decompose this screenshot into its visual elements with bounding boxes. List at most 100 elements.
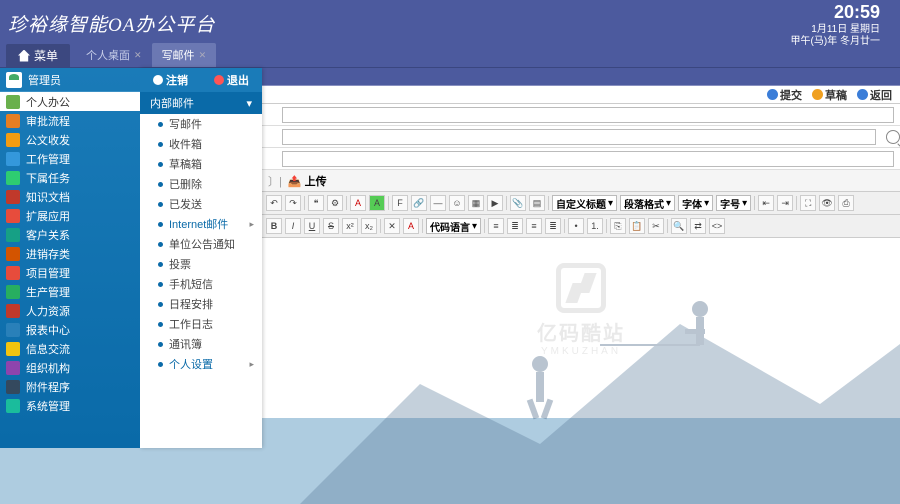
table-button[interactable]: ▤ xyxy=(529,195,545,211)
find-button[interactable]: 🔍 xyxy=(671,218,687,234)
submenu-item-8[interactable]: 手机短信 xyxy=(140,274,262,294)
subject-input[interactable] xyxy=(282,151,894,167)
sidebar-item-11[interactable]: 人力资源 xyxy=(0,301,140,320)
clear-button[interactable]: ✕ xyxy=(384,218,400,234)
redo-button[interactable]: ↷ xyxy=(285,195,301,211)
attach-button[interactable]: 📎 xyxy=(510,195,526,211)
sidebar-item-13[interactable]: 信息交流 xyxy=(0,339,140,358)
sup-button[interactable]: x² xyxy=(342,218,358,234)
underline-button[interactable]: U xyxy=(304,218,320,234)
align-right-button[interactable]: ≡ xyxy=(526,218,542,234)
submenu-item-10[interactable]: 工作日志 xyxy=(140,314,262,334)
ol-button[interactable]: 1. xyxy=(587,218,603,234)
exit-button[interactable]: 退出 xyxy=(214,72,249,88)
sidebar-item-14[interactable]: 组织机构 xyxy=(0,358,140,377)
nav-label: 项目管理 xyxy=(26,265,70,281)
indent-button[interactable]: ⇤ xyxy=(758,195,774,211)
cc-input[interactable] xyxy=(282,129,876,145)
submenu-item-2[interactable]: 草稿箱 xyxy=(140,154,262,174)
replace-button[interactable]: ⇄ xyxy=(690,218,706,234)
nav-icon xyxy=(6,323,20,337)
sidebar-item-6[interactable]: 扩展应用 xyxy=(0,206,140,225)
custom-title-select[interactable]: 自定义标题 ▾ xyxy=(552,195,617,211)
hr-button[interactable]: — xyxy=(430,195,446,211)
draft-button[interactable]: 草稿 xyxy=(812,87,847,103)
clock-widget: 20:59 1月11日 星期日 甲午(马)年 冬月廿一 xyxy=(791,2,880,48)
size-select[interactable]: 字号 ▾ xyxy=(716,195,751,211)
copy-button[interactable]: ⎘ xyxy=(610,218,626,234)
strike-button[interactable]: S xyxy=(323,218,339,234)
code-button[interactable]: ⚙ xyxy=(327,195,343,211)
submit-button[interactable]: 提交 xyxy=(767,87,802,103)
tab-个人桌面[interactable]: 个人桌面✕ xyxy=(76,43,152,67)
submenu-item-11[interactable]: 通讯簿 xyxy=(140,334,262,354)
submenu-item-5[interactable]: Internet邮件▸ xyxy=(140,214,262,234)
submenu-item-0[interactable]: 写邮件 xyxy=(140,114,262,134)
video-button[interactable]: ▶ xyxy=(487,195,503,211)
submenu-label: 写邮件 xyxy=(169,116,202,132)
highlight-button[interactable]: A xyxy=(403,218,419,234)
submenu-item-6[interactable]: 单位公告通知 xyxy=(140,234,262,254)
link-button[interactable]: 🔗 xyxy=(411,195,427,211)
logout-button[interactable]: 注销 xyxy=(153,72,188,88)
sidebar-item-1[interactable]: 审批流程 xyxy=(0,111,140,130)
bold-button[interactable]: B xyxy=(266,218,282,234)
fullscreen-button[interactable]: ⛶ xyxy=(800,195,816,211)
compose-form: 〕| 📤 上传 ↶ ↷ ❝ ⚙ A A F 🔗 — ☺ ▦ ▶ 📎 ▤ 自定义标… xyxy=(262,104,900,418)
nav-label: 报表中心 xyxy=(26,322,70,338)
user-row[interactable]: 管理员 xyxy=(0,68,140,92)
close-icon[interactable]: ✕ xyxy=(134,50,142,61)
tab-写邮件[interactable]: 写邮件✕ xyxy=(152,43,217,67)
sidebar-item-2[interactable]: 公文收发 xyxy=(0,130,140,149)
lang-select[interactable]: 代码语言 ▾ xyxy=(426,218,481,234)
para-format-select[interactable]: 段落格式 ▾ xyxy=(620,195,675,211)
sidebar-item-10[interactable]: 生产管理 xyxy=(0,282,140,301)
italic-button[interactable]: I xyxy=(285,218,301,234)
sidebar-item-12[interactable]: 报表中心 xyxy=(0,320,140,339)
submenu-item-3[interactable]: 已删除 xyxy=(140,174,262,194)
font-select[interactable]: 字体 ▾ xyxy=(678,195,713,211)
ul-button[interactable]: • xyxy=(568,218,584,234)
to-input[interactable] xyxy=(282,107,894,123)
nav-icon xyxy=(6,228,20,242)
preview-button[interactable]: 👁 xyxy=(819,195,835,211)
justify-button[interactable]: ≣ xyxy=(545,218,561,234)
sidebar-item-4[interactable]: 下属任务 xyxy=(0,168,140,187)
submenu-label: Internet邮件 xyxy=(169,216,228,232)
outdent-button[interactable]: ⇥ xyxy=(777,195,793,211)
image-button[interactable]: ▦ xyxy=(468,195,484,211)
sidebar-item-5[interactable]: 知识文档 xyxy=(0,187,140,206)
submenu-header[interactable]: 内部邮件 ▾ xyxy=(140,92,262,114)
sidebar-item-8[interactable]: 进销存类 xyxy=(0,244,140,263)
submenu-item-9[interactable]: 日程安排 xyxy=(140,294,262,314)
source-button[interactable]: <> xyxy=(709,218,725,234)
font-button[interactable]: F xyxy=(392,195,408,211)
sidebar-item-0[interactable]: 个人办公 xyxy=(0,92,140,111)
submenu-item-7[interactable]: 投票 xyxy=(140,254,262,274)
print-button[interactable]: ⎙ xyxy=(838,195,854,211)
cut-button[interactable]: ✂ xyxy=(648,218,664,234)
submenu-item-12[interactable]: 个人设置▸ xyxy=(140,354,262,374)
undo-button[interactable]: ↶ xyxy=(266,195,282,211)
editor-body[interactable]: 亿码酷站 YMKUZHAN xyxy=(262,238,900,418)
search-icon[interactable] xyxy=(886,130,900,144)
close-icon[interactable]: ✕ xyxy=(199,50,207,61)
upload-button[interactable]: 📤 上传 xyxy=(288,173,327,189)
sidebar-item-15[interactable]: 附件程序 xyxy=(0,377,140,396)
main-menu-button[interactable]: 菜单 xyxy=(6,44,70,67)
color-a-button[interactable]: A xyxy=(350,195,366,211)
quote-button[interactable]: ❝ xyxy=(308,195,324,211)
align-center-button[interactable]: ≣ xyxy=(507,218,523,234)
color-b-button[interactable]: A xyxy=(369,195,385,211)
sub-button[interactable]: x₂ xyxy=(361,218,377,234)
sidebar-item-3[interactable]: 工作管理 xyxy=(0,149,140,168)
submenu-item-1[interactable]: 收件箱 xyxy=(140,134,262,154)
emoji-button[interactable]: ☺ xyxy=(449,195,465,211)
sidebar-item-7[interactable]: 客户关系 xyxy=(0,225,140,244)
sidebar-item-9[interactable]: 项目管理 xyxy=(0,263,140,282)
back-button[interactable]: 返回 xyxy=(857,87,892,103)
paste-button[interactable]: 📋 xyxy=(629,218,645,234)
sidebar-item-16[interactable]: 系统管理 xyxy=(0,396,140,415)
submenu-item-4[interactable]: 已发送 xyxy=(140,194,262,214)
align-left-button[interactable]: ≡ xyxy=(488,218,504,234)
